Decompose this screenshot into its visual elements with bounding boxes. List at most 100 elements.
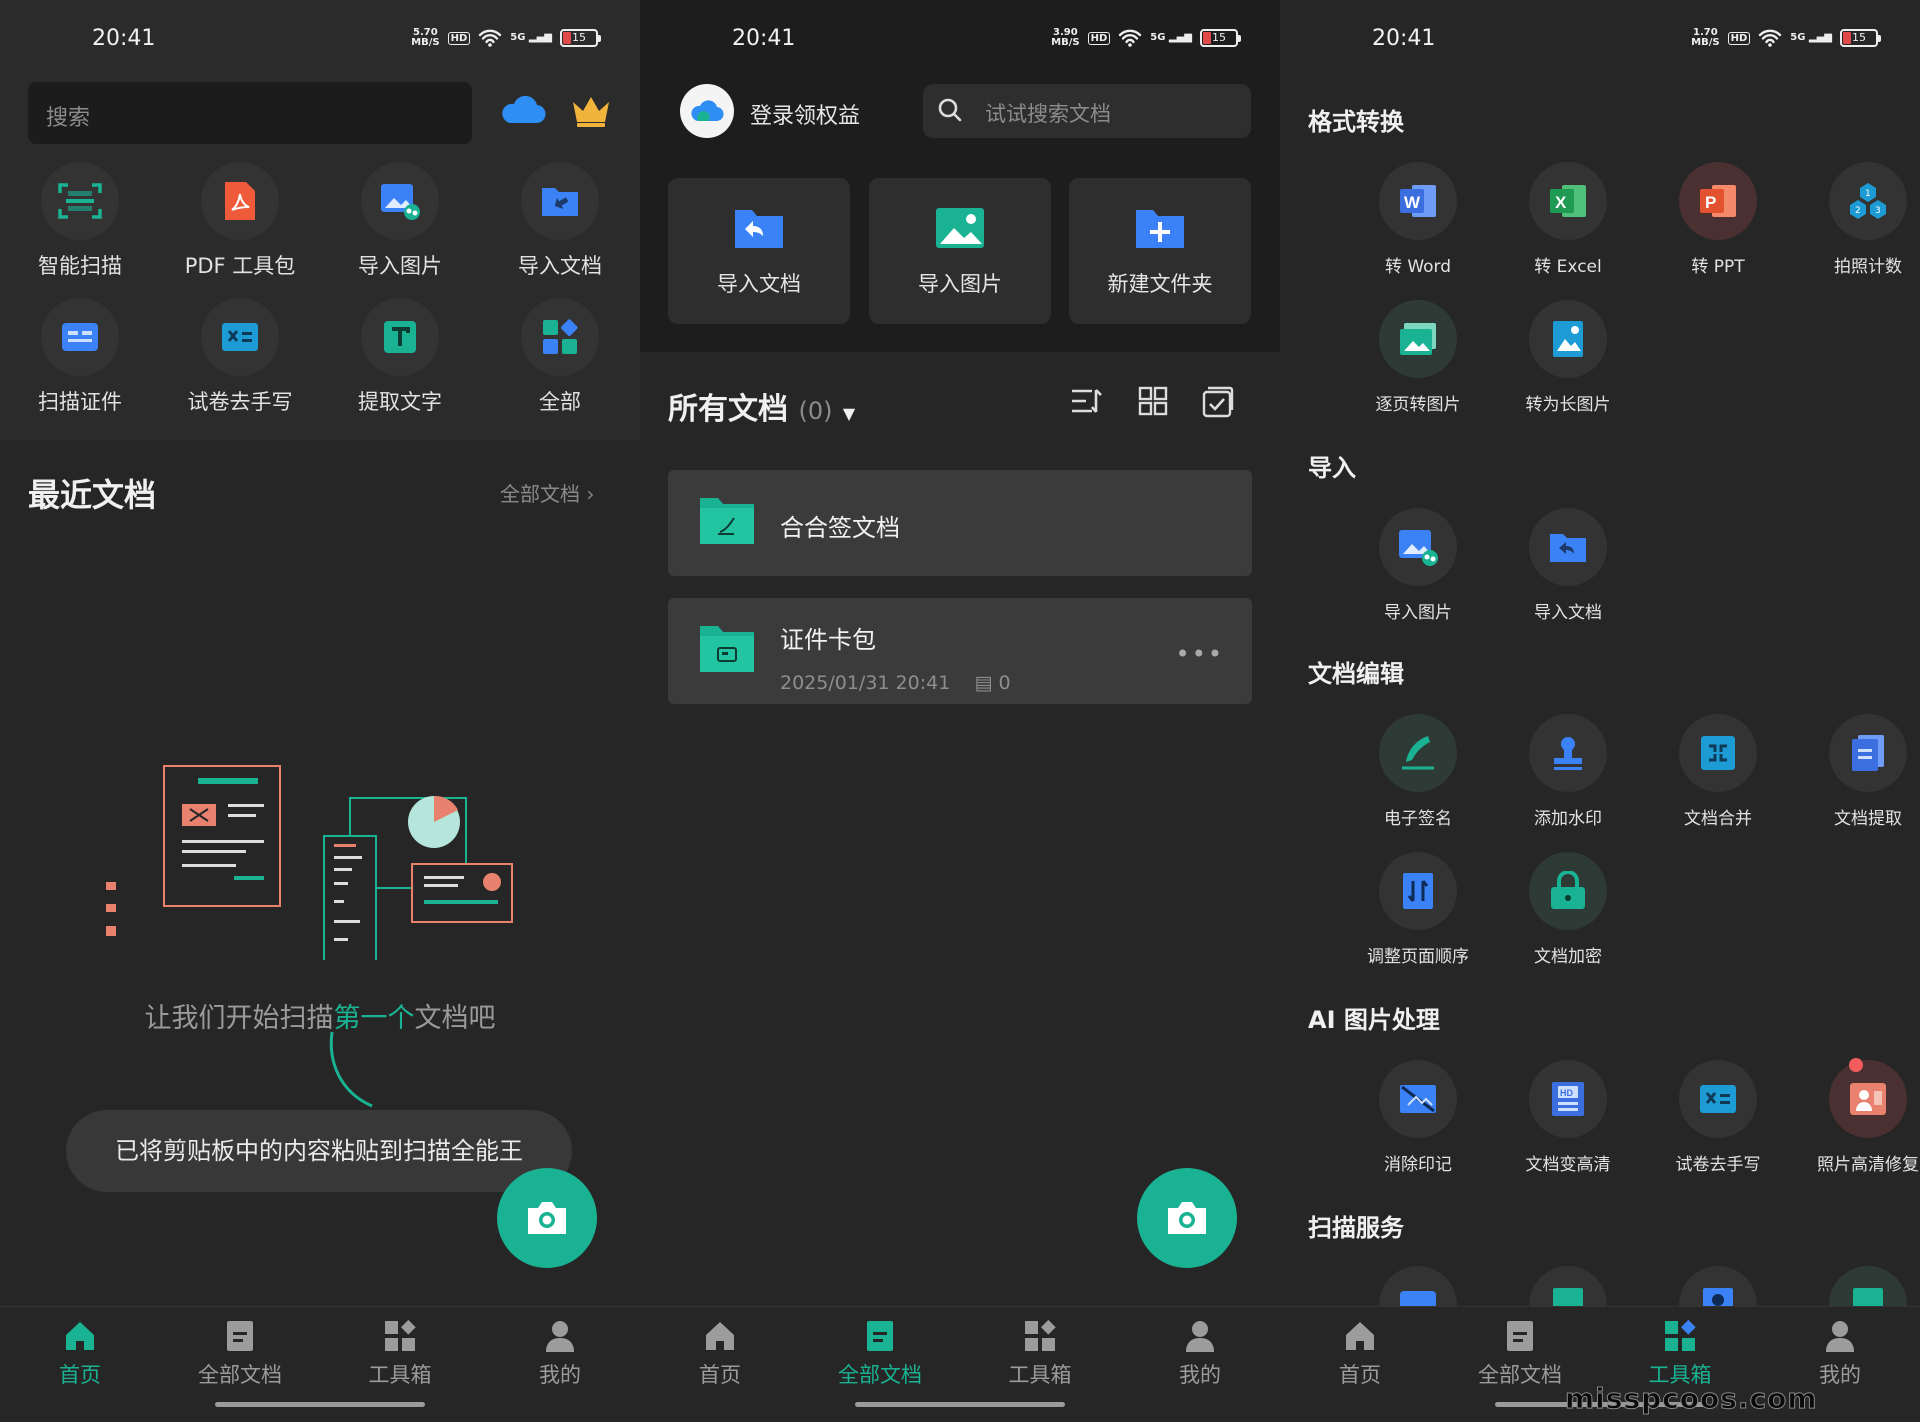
folder-item[interactable]: 证件卡包 2025/01/31 20:41 ▤ 0 ••• — [668, 598, 1252, 704]
tool-to-word[interactable]: W转 Word — [1343, 162, 1493, 277]
image-icon — [936, 208, 984, 248]
tool-to-ppt[interactable]: P转 PPT — [1643, 162, 1793, 277]
nav-home[interactable]: 首页 — [0, 1307, 160, 1422]
home-tools-row-1: 智能扫描 PDF 工具包 导入图片 导入文档 — [0, 162, 640, 280]
tool-reorder-pages[interactable]: 调整页面顺序 — [1343, 852, 1493, 967]
tool-hd-doc[interactable]: HD 文档变高清 — [1493, 1060, 1643, 1175]
avatar[interactable] — [680, 84, 734, 138]
cloud-sync-icon[interactable] — [500, 96, 546, 124]
login-benefits-link[interactable]: 登录领权益 — [750, 98, 860, 130]
status-time: 20:41 — [1372, 26, 1436, 51]
section-title-import: 导入 — [1308, 454, 1356, 482]
tool-scan-id[interactable]: 扫描证件 — [0, 298, 160, 416]
quick-import-image[interactable]: 导入图片 — [869, 178, 1051, 324]
hd-badge: HD — [447, 31, 471, 45]
all-docs-title[interactable]: 所有文档 (0) ▼ — [668, 384, 855, 428]
home-tools-row-2: 扫描证件 试卷去手写 提取文字 全部 — [0, 298, 640, 416]
text-extract-icon — [384, 321, 416, 353]
tool-page-to-image[interactable]: 逐页转图片 — [1343, 300, 1493, 415]
nav-mine[interactable]: 我的 — [1120, 1307, 1280, 1422]
quick-import-doc[interactable]: 导入文档 — [668, 178, 850, 324]
svg-text:2: 2 — [1855, 206, 1861, 216]
signature-icon — [1402, 736, 1434, 770]
gesture-bar — [855, 1402, 1065, 1407]
folder-name: 合合签文档 — [780, 514, 900, 542]
grid-view-icon[interactable] — [1138, 386, 1168, 416]
camera-fab[interactable] — [497, 1168, 597, 1268]
camera-fab[interactable] — [1137, 1168, 1237, 1268]
tool-import-image[interactable]: 导入图片 — [320, 162, 480, 280]
long-image-icon — [1553, 321, 1583, 357]
lock-icon — [1551, 871, 1585, 909]
svg-text:W: W — [1404, 193, 1421, 212]
home-screen: 20:41 5.70 MB/S HD 5G ▂▄▆ 15 搜索 智能扫描 PDF … — [0, 0, 640, 1422]
reorder-icon — [1403, 873, 1433, 909]
home-icon — [1346, 1322, 1374, 1350]
import-image-icon — [1399, 530, 1438, 566]
erase-marks-icon — [1400, 1085, 1436, 1113]
search-input[interactable]: 搜索 — [28, 82, 472, 144]
document-icon — [867, 1321, 893, 1351]
wifi-icon — [1759, 29, 1782, 47]
new-badge — [1849, 1058, 1863, 1072]
quick-new-folder[interactable]: 新建文件夹 — [1069, 178, 1251, 324]
tool-extract-text[interactable]: 提取文字 — [320, 298, 480, 416]
tool-import-image[interactable]: 导入图片 — [1343, 508, 1493, 623]
toolbox-icon — [1025, 1319, 1056, 1351]
ppt-icon: P — [1700, 185, 1736, 217]
nav-home[interactable]: 首页 — [640, 1307, 800, 1422]
tool-watermark[interactable]: 添加水印 — [1493, 714, 1643, 829]
tool-e-signature[interactable]: 电子签名 — [1343, 714, 1493, 829]
status-time: 20:41 — [92, 26, 156, 51]
network-speed: 3.90 MB/S — [1051, 27, 1080, 48]
clipboard-toast: 已将剪贴板中的内容粘贴到扫描全能王 — [66, 1110, 572, 1192]
extract-icon — [1852, 735, 1884, 771]
svg-text:3: 3 — [1875, 206, 1881, 216]
tool-pdf-kit[interactable]: PDF 工具包 — [160, 162, 320, 280]
more-icon[interactable]: ••• — [1176, 640, 1224, 668]
tool-import-doc[interactable]: 导入文档 — [1493, 508, 1643, 623]
battery-icon: 15 — [560, 29, 601, 47]
tool-photo-count[interactable]: 1 2 3 拍照计数 — [1793, 162, 1920, 277]
multi-select-icon[interactable] — [1202, 386, 1234, 418]
tool-import-doc[interactable]: 导入文档 — [480, 162, 640, 280]
document-icon — [1507, 1321, 1533, 1351]
docs-toolbar — [1070, 386, 1234, 418]
svg-text:X: X — [1555, 193, 1567, 212]
home-icon — [706, 1322, 734, 1350]
new-folder-icon — [1136, 210, 1184, 248]
nav-mine[interactable]: 我的 — [480, 1307, 640, 1422]
doc-search-input[interactable]: 试试搜索文档 — [923, 84, 1251, 138]
tool-all[interactable]: 全部 — [480, 298, 640, 416]
status-bar: 20:41 5.70 MB/S HD 5G ▂▄▆ 15 — [0, 0, 640, 80]
vip-crown-icon[interactable] — [570, 92, 612, 128]
cloud-icon — [691, 100, 724, 122]
tool-to-excel[interactable]: X转 Excel — [1493, 162, 1643, 277]
svg-text:1: 1 — [1865, 189, 1871, 199]
status-bar: 20:41 3.90 MB/S HD 5G ▂▄▆ 15 — [640, 0, 1280, 80]
home-icon — [66, 1322, 94, 1350]
sort-icon[interactable] — [1070, 386, 1104, 416]
tool-long-image[interactable]: 转为长图片 — [1493, 300, 1643, 415]
pdf-icon — [225, 182, 255, 220]
tool-remove-marks[interactable]: 消除印记 — [1343, 1060, 1493, 1175]
gesture-bar — [215, 1402, 425, 1407]
nav-home[interactable]: 首页 — [1280, 1307, 1440, 1422]
status-time: 20:41 — [732, 26, 796, 51]
folder-item[interactable]: 合合签文档 — [668, 470, 1252, 576]
tool-extract[interactable]: 文档提取 — [1793, 714, 1920, 829]
hd-badge: HD — [1727, 31, 1751, 45]
svg-text:HD: HD — [1560, 1088, 1573, 1098]
signal-icon: 5G ▂▄▆ — [1790, 32, 1832, 43]
tool-encrypt[interactable]: 文档加密 — [1493, 852, 1643, 967]
tool-merge[interactable]: 文档合并 — [1643, 714, 1793, 829]
network-speed: 5.70 MB/S — [411, 27, 440, 48]
all-docs-link[interactable]: 全部文档 › — [500, 478, 594, 507]
tool-remove-handwriting[interactable]: 试卷去手写 — [1643, 1060, 1793, 1175]
toolbox-screen: 20:41 1.70 MB/S HD 5G ▂▄▆ 15 格式转换 W转 Word… — [1280, 0, 1920, 1422]
tool-remove-handwriting[interactable]: 试卷去手写 — [160, 298, 320, 416]
images-icon — [1400, 323, 1436, 355]
tool-smart-scan[interactable]: 智能扫描 — [0, 162, 160, 280]
guide-arrow — [329, 1031, 373, 1108]
tool-photo-restore[interactable]: 照片高清修复 — [1793, 1060, 1920, 1175]
